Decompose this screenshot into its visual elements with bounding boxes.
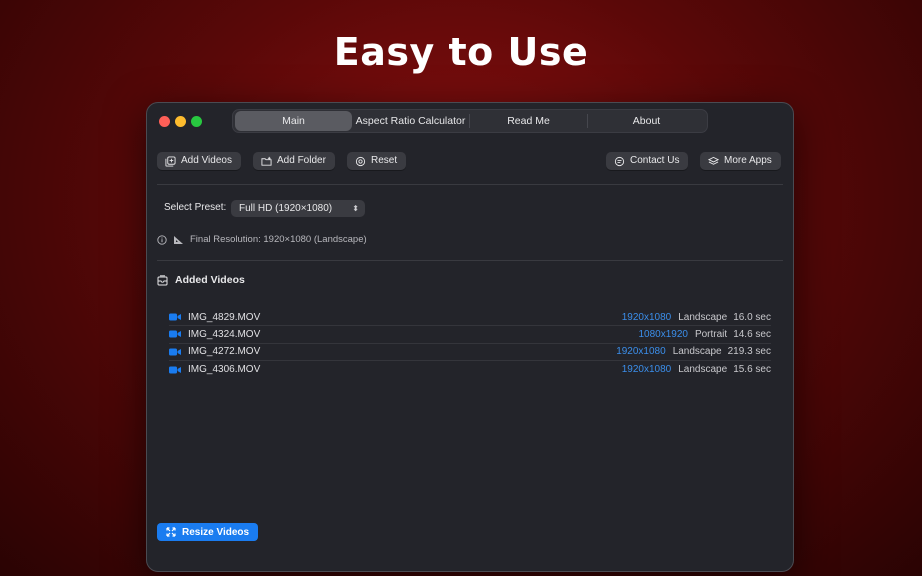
add-videos-label: Add Videos [181,155,232,166]
video-resolution: 1920x1080 [621,364,672,376]
zoom-window-button[interactable] [191,116,202,127]
table-row[interactable]: IMG_4306.MOV 1920x1080 Landscape 15.6 se… [169,361,771,378]
stack-icon [708,156,719,165]
folder-add-icon [261,156,272,166]
table-row[interactable]: IMG_4324.MOV 1080x1920 Portrait 14.6 sec [169,326,771,344]
resize-arrows-icon [166,527,176,537]
headline: Easy to Use [333,30,589,74]
video-resolution: 1080x1920 [638,328,688,340]
tray-icon [157,274,168,285]
final-resolution-text: Final Resolution: 1920×1080 (Landscape) [190,234,367,245]
video-name: IMG_4306.MOV [188,364,261,376]
final-resolution-info: Final Resolution: 1920×1080 (Landscape) [157,234,367,245]
reset-icon [355,156,366,166]
video-camera-icon [169,366,181,374]
video-resolution: 1920x1080 [616,346,666,358]
more-apps-label: More Apps [724,155,772,166]
table-row[interactable]: IMG_4829.MOV 1920x1080 Landscape 16.0 se… [169,309,771,327]
video-orientation: Landscape [678,364,728,376]
toolbar: Add Videos Add Folder Reset Contact Us M… [157,152,783,172]
video-name: IMG_4324.MOV [188,328,261,340]
tab-aspect-ratio-calculator[interactable]: Aspect Ratio Calculator [352,111,469,131]
more-apps-button[interactable]: More Apps [700,152,781,170]
added-videos-title: Added Videos [175,274,245,286]
add-videos-button[interactable]: Add Videos [157,152,241,170]
video-resolution: 1920x1080 [621,311,672,323]
video-camera-icon [169,330,181,338]
add-videos-icon [165,155,176,167]
preset-label: Select Preset: [164,202,227,213]
video-orientation: Landscape [672,346,722,358]
info-icon [157,234,167,245]
message-icon [614,156,625,166]
preset-value: Full HD (1920×1080) [239,203,333,214]
tab-bar: Main Aspect Ratio Calculator Read Me Abo… [232,109,708,133]
app-window: Main Aspect Ratio Calculator Read Me Abo… [146,102,794,572]
video-duration: 16.0 sec [733,311,771,323]
table-row[interactable]: IMG_4272.MOV 1920x1080 Landscape 219.3 s… [169,344,771,361]
reset-button[interactable]: Reset [347,152,407,170]
video-duration: 14.6 sec [733,328,771,340]
tab-about[interactable]: About [588,111,705,131]
minimize-window-button[interactable] [175,116,186,127]
tab-read-me[interactable]: Read Me [470,111,587,131]
video-orientation: Portrait [694,328,728,340]
chevron-up-down-icon: ⬍ [352,204,359,213]
video-duration: 219.3 sec [727,346,771,358]
add-folder-button[interactable]: Add Folder [253,152,335,170]
preset-select[interactable]: Full HD (1920×1080) ⬍ [231,200,365,217]
added-videos-heading: Added Videos [157,274,245,286]
video-duration: 15.6 sec [733,364,771,376]
divider [157,184,783,185]
close-window-button[interactable] [159,116,170,127]
resize-videos-label: Resize Videos [182,526,250,538]
tab-main[interactable]: Main [235,111,352,131]
ruler-triangle-icon [174,235,183,244]
contact-us-label: Contact Us [630,155,680,166]
video-name: IMG_4272.MOV [188,346,261,358]
video-camera-icon [169,313,181,321]
resize-videos-button[interactable]: Resize Videos [157,523,259,541]
video-camera-icon [169,348,181,356]
reset-label: Reset [371,155,398,166]
video-list: IMG_4829.MOV 1920x1080 Landscape 16.0 se… [169,309,771,378]
contact-us-button[interactable]: Contact Us [606,152,689,170]
video-name: IMG_4829.MOV [188,311,261,323]
divider [157,260,783,261]
video-orientation: Landscape [678,311,728,323]
add-folder-label: Add Folder [277,155,326,166]
